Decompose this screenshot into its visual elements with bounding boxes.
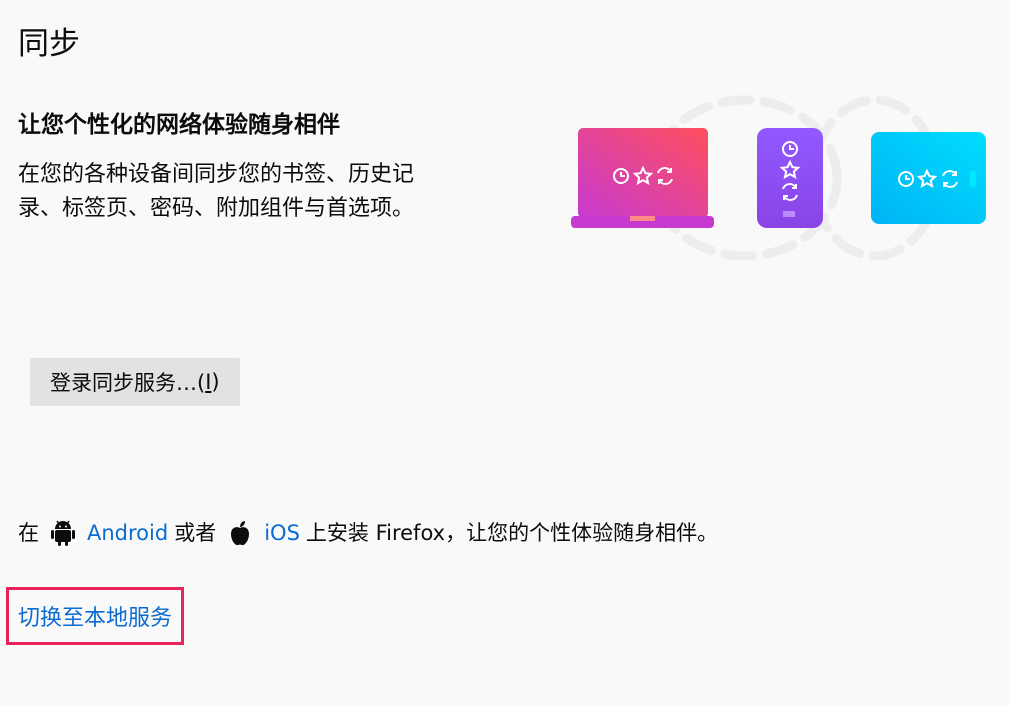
install-suffix: 上安装 Firefox，让您的个性体验随身相伴。: [305, 521, 719, 545]
android-link[interactable]: Android: [87, 514, 168, 552]
switch-to-local-service-link[interactable]: 切换至本地服务: [18, 602, 172, 636]
sync-devices-illustration: [571, 95, 986, 261]
sync-description: 在您的各种设备间同步您的书签、历史记录、标签页、密码、附加组件与首选项。: [18, 162, 415, 221]
ios-link[interactable]: iOS: [264, 514, 300, 552]
sync-preferences-page: 同步 让您个性化的网络体验随身相伴 在您的各种设备间同步您的书签、历史记录、标签…: [0, 0, 1009, 705]
sync-signin-button[interactable]: 登录同步服务…(I): [30, 358, 240, 406]
install-prefix: 在: [18, 521, 39, 545]
laptop-device: [571, 128, 714, 228]
phone-device: [757, 128, 823, 228]
apple-icon: [226, 517, 254, 549]
signin-label-close: ): [211, 370, 220, 394]
android-icon: [49, 517, 77, 549]
sync-heading: 让您个性化的网络体验随身相伴: [18, 112, 340, 138]
tablet-device: [871, 132, 986, 224]
page-title: 同步: [18, 26, 80, 62]
signin-label: 登录同步服务…(: [50, 371, 206, 395]
install-middle: 或者: [174, 521, 217, 545]
install-mobile-line: 在 Android 或者 iOS 上安装 Firefox，让您的个性体验随身相伴…: [18, 514, 718, 552]
